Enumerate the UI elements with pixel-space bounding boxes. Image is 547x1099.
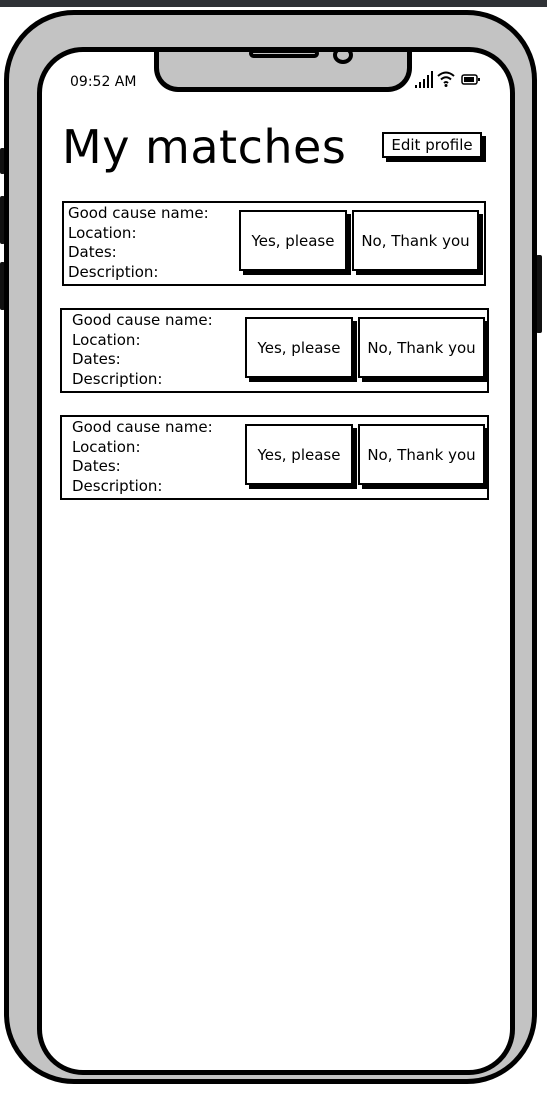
description-label: Description: <box>68 262 159 281</box>
yes-please-button[interactable]: Yes, please <box>245 424 353 485</box>
match-info: Good cause name: Location: Dates: Descri… <box>72 418 213 496</box>
page-title: My matches <box>62 120 347 174</box>
front-camera <box>333 52 353 64</box>
dates-label: Dates: <box>72 350 121 368</box>
speaker-grille <box>249 52 319 58</box>
status-time: 09:52 AM <box>70 74 137 90</box>
match-card: Good cause name: Location: Dates: Descri… <box>62 201 486 286</box>
no-thank-you-button[interactable]: No, Thank you <box>358 317 485 378</box>
phone-screen: 09:52 AM My matches Edit profile Good ca… <box>37 47 515 1075</box>
phone-frame: 09:52 AM My matches Edit profile Good ca… <box>4 10 537 1084</box>
description-label: Description: <box>72 369 163 388</box>
wifi-icon <box>437 71 455 87</box>
no-thank-you-button[interactable]: No, Thank you <box>352 210 479 271</box>
phone-notch <box>154 52 412 92</box>
match-info: Good cause name: Location: Dates: Descri… <box>72 311 213 389</box>
good-cause-name-label: Good cause name: <box>68 204 209 222</box>
window-top-strip <box>0 0 547 7</box>
location-label: Location: <box>72 330 141 349</box>
match-card: Good cause name: Location: Dates: Descri… <box>60 415 489 500</box>
edit-profile-button[interactable]: Edit profile <box>382 132 482 158</box>
dates-label: Dates: <box>72 457 121 475</box>
no-thank-you-button[interactable]: No, Thank you <box>358 424 485 485</box>
battery-icon <box>461 74 480 85</box>
good-cause-name-label: Good cause name: <box>72 311 213 329</box>
yes-please-button[interactable]: Yes, please <box>239 210 347 271</box>
match-card: Good cause name: Location: Dates: Descri… <box>60 308 489 393</box>
good-cause-name-label: Good cause name: <box>72 418 213 436</box>
location-label: Location: <box>72 437 141 456</box>
description-label: Description: <box>72 476 163 495</box>
yes-please-button[interactable]: Yes, please <box>245 317 353 378</box>
match-info: Good cause name: Location: Dates: Descri… <box>68 204 209 282</box>
signal-icon <box>415 71 433 88</box>
location-label: Location: <box>68 223 137 242</box>
dates-label: Dates: <box>68 243 117 261</box>
